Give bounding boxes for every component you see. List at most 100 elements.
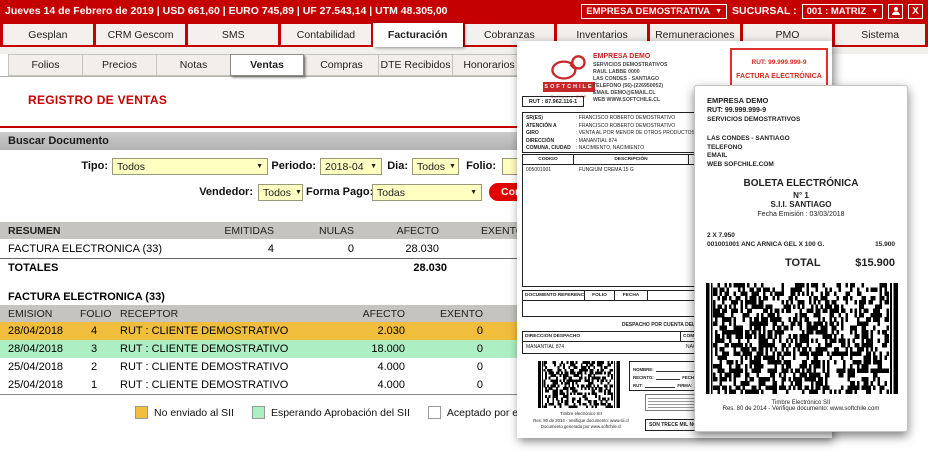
- search-panel-header: Buscar Documento: [0, 132, 560, 150]
- boleta-timbre-text: Timbre Electrónico SIIRes. 80 de 2014 - …: [695, 400, 907, 412]
- client-row-value: : NACIMIENTO, NACIMIENTO: [576, 145, 644, 153]
- emitter-name: EMPRESA DEMO: [593, 53, 667, 60]
- company-select[interactable]: EMPRESA DEMOSTRATIVA ▼: [581, 4, 727, 19]
- subtab-dte-recibidos[interactable]: DTE Recibidos: [378, 54, 452, 76]
- detalle-col-emision: EMISION: [0, 308, 72, 320]
- branch-select[interactable]: 001 : MATRIZ ▼: [802, 4, 883, 19]
- detalle-col-afecto: AFECTO: [323, 308, 413, 320]
- softchile-logo-wordmark: SOFTCHILE: [543, 82, 595, 92]
- tab-sms[interactable]: SMS: [188, 24, 278, 45]
- cell-folio: 2: [72, 361, 116, 373]
- invoice-row-folio-2[interactable]: 25/04/20182RUT : CLIENTE DEMOSTRATIVO4.0…: [0, 358, 560, 376]
- cell-receptor: RUT : CLIENTE DEMOSTRATIVO: [116, 379, 323, 391]
- resumen-value: 4: [216, 243, 282, 255]
- despacho-note: DESPACHO POR CUENTA DEL R: [522, 322, 700, 328]
- sig-nombre-label: NOMBRE:: [633, 367, 654, 372]
- detalle-col-exento: EXENTO: [413, 308, 491, 320]
- pdf417-barcode: [538, 361, 620, 408]
- item-desc: FUNGIUM CREMA 15 G: [579, 167, 634, 173]
- invoice-row-folio-1[interactable]: 25/04/20181RUT : CLIENTE DEMOSTRATIVO4.0…: [0, 376, 560, 394]
- user-icon-glyph: [891, 6, 901, 16]
- client-row-label: GIRO: [526, 130, 576, 138]
- resumen-col-nulas: NULAS: [282, 225, 362, 237]
- resumen-data-row: FACTURA ELECTRONICA (33)4028.030: [0, 241, 560, 257]
- subtab-notas[interactable]: Notas: [156, 54, 230, 76]
- rut-doc-box-type: FACTURA ELECTRÓNICA: [732, 73, 826, 80]
- tab-sistema[interactable]: Sistema: [835, 24, 925, 45]
- boleta-preview-sheet: EMPRESA DEMORUT: 99.999.999-9SERVICIOS D…: [694, 85, 908, 432]
- forma-pago-label: Forma Pago:: [306, 186, 368, 198]
- status-legend: No enviado al SII Esperando Aprobación de…: [135, 406, 573, 419]
- cell-afecto: 4.000: [323, 361, 413, 373]
- subtab-compras[interactable]: Compras: [304, 54, 378, 76]
- tab-crm-gescom[interactable]: CRM Gescom: [96, 24, 186, 45]
- chevron-down-icon: ▼: [470, 189, 477, 196]
- divider: [0, 258, 560, 259]
- app-window: Jueves 14 de Febrero de 2019 | USD 661,6…: [0, 0, 928, 452]
- user-icon[interactable]: [888, 4, 903, 19]
- item-code: 005001001: [526, 167, 579, 173]
- cell-emision: 25/04/2018: [0, 361, 72, 373]
- forma-pago-select[interactable]: Todas ▼: [372, 184, 482, 201]
- subtab-folios[interactable]: Folios: [8, 54, 82, 76]
- chevron-down-icon: ▼: [256, 163, 263, 170]
- detalle-header-row: EMISIONFOLIORECEPTORAFECTOEXENTO: [0, 305, 560, 322]
- emitter-line: RAUL LABBE 0000: [593, 69, 667, 76]
- cell-emision: 28/04/2018: [0, 325, 72, 337]
- legend-swatch: [428, 406, 441, 419]
- col-direccion-despacho: DIRECCION DESPACHO: [523, 332, 681, 341]
- boleta-contact-block: LAS CONDES - SANTIAGOTELEFONOEMAILWEB SO…: [707, 135, 790, 169]
- cell-receptor: RUT : CLIENTE DEMOSTRATIVO: [116, 343, 323, 355]
- tab-gesplan[interactable]: Gesplan: [3, 24, 93, 45]
- subtab-ventas[interactable]: Ventas: [230, 54, 304, 76]
- periodo-select[interactable]: 2018-04 ▼: [320, 158, 382, 175]
- invoice-row-folio-4[interactable]: 28/04/20184RUT : CLIENTE DEMOSTRATIVO2.0…: [0, 322, 560, 340]
- vendedor-label: Vendedor:: [195, 186, 253, 198]
- invoice-row-folio-3[interactable]: 28/04/20183RUT : CLIENTE DEMOSTRATIVO18.…: [0, 340, 560, 358]
- chevron-down-icon: ▼: [449, 163, 456, 170]
- client-row-value: : MANANTIAL 874: [576, 138, 617, 146]
- cell-emision: 28/04/2018: [0, 343, 72, 355]
- legend-label: No enviado al SII: [154, 407, 234, 419]
- legend-item-esperando-aprobaci-n-del-sii: Esperando Aprobación del SII: [252, 406, 410, 419]
- boleta-qty-line: 2 X 7.950: [707, 232, 735, 239]
- legend-swatch: [252, 406, 265, 419]
- col-fecha: FECHA: [615, 291, 648, 300]
- legend-label: Esperando Aprobación del SII: [271, 407, 410, 419]
- emitter-line: EMAIL DEMO@EMAIL.CL: [593, 90, 667, 97]
- resumen-col-afecto: AFECTO: [362, 225, 447, 237]
- sig-rut-label: RUT:: [633, 383, 643, 388]
- boleta-contact-line: WEB SOFCHILE.COM: [707, 161, 790, 170]
- tab-contabilidad[interactable]: Contabilidad: [281, 24, 371, 45]
- cell-folio: 1: [72, 379, 116, 391]
- topbar-controls: EMPRESA DEMOSTRATIVA ▼ SUCURSAL : 001 : …: [581, 4, 923, 19]
- sig-recinto-label: RECINTO:: [633, 375, 654, 380]
- boleta-item-row: 001001001 ANC ARNICA GEL X 100 G. 15.900: [707, 241, 895, 248]
- tab-facturaci-n[interactable]: Facturación: [373, 23, 463, 47]
- dia-select[interactable]: Todos ▼: [412, 158, 459, 175]
- cell-exento: 0: [413, 379, 491, 391]
- resumen-col-resumen: RESUMEN: [0, 225, 216, 237]
- divider: [0, 76, 540, 77]
- subtab-honorarios[interactable]: Honorarios: [452, 54, 526, 76]
- boleta-fecha: Fecha Emisión : 03/03/2018: [695, 211, 907, 218]
- totales-label: TOTALES: [8, 262, 58, 274]
- company-select-value: EMPRESA DEMOSTRATIVA: [586, 6, 710, 17]
- client-row-value: : FRANCISCO ROBERTO DEMOSTRATIVO: [576, 123, 675, 131]
- client-row-label: ATENCIÓN A: [526, 123, 576, 131]
- emitter-line: WEB WWW.SOFTCHILE.CL: [593, 97, 667, 104]
- boleta-total-row: TOTAL $15.900: [707, 257, 895, 269]
- vendedor-select[interactable]: Todos ▼: [258, 184, 303, 201]
- close-button[interactable]: X: [908, 4, 923, 19]
- currency-ticker: Jueves 14 de Febrero de 2019 | USD 661,6…: [5, 5, 448, 17]
- tipo-select[interactable]: Todos ▼: [112, 158, 268, 175]
- divider: [0, 126, 560, 128]
- subtab-precios[interactable]: Precios: [82, 54, 156, 76]
- cell-exento: 0: [413, 343, 491, 355]
- client-row-value: : VENTA AL POR MENOR DE OTROS PRODUCTOS …: [576, 130, 703, 138]
- legend-swatch: [135, 406, 148, 419]
- cell-receptor: RUT : CLIENTE DEMOSTRATIVO: [116, 361, 323, 373]
- boleta-title: BOLETA ELECTRÓNICA: [695, 178, 907, 189]
- timbre-line: Res. 80 de 2014 - Verifique documento: w…: [695, 406, 907, 412]
- cell-exento: 0: [413, 325, 491, 337]
